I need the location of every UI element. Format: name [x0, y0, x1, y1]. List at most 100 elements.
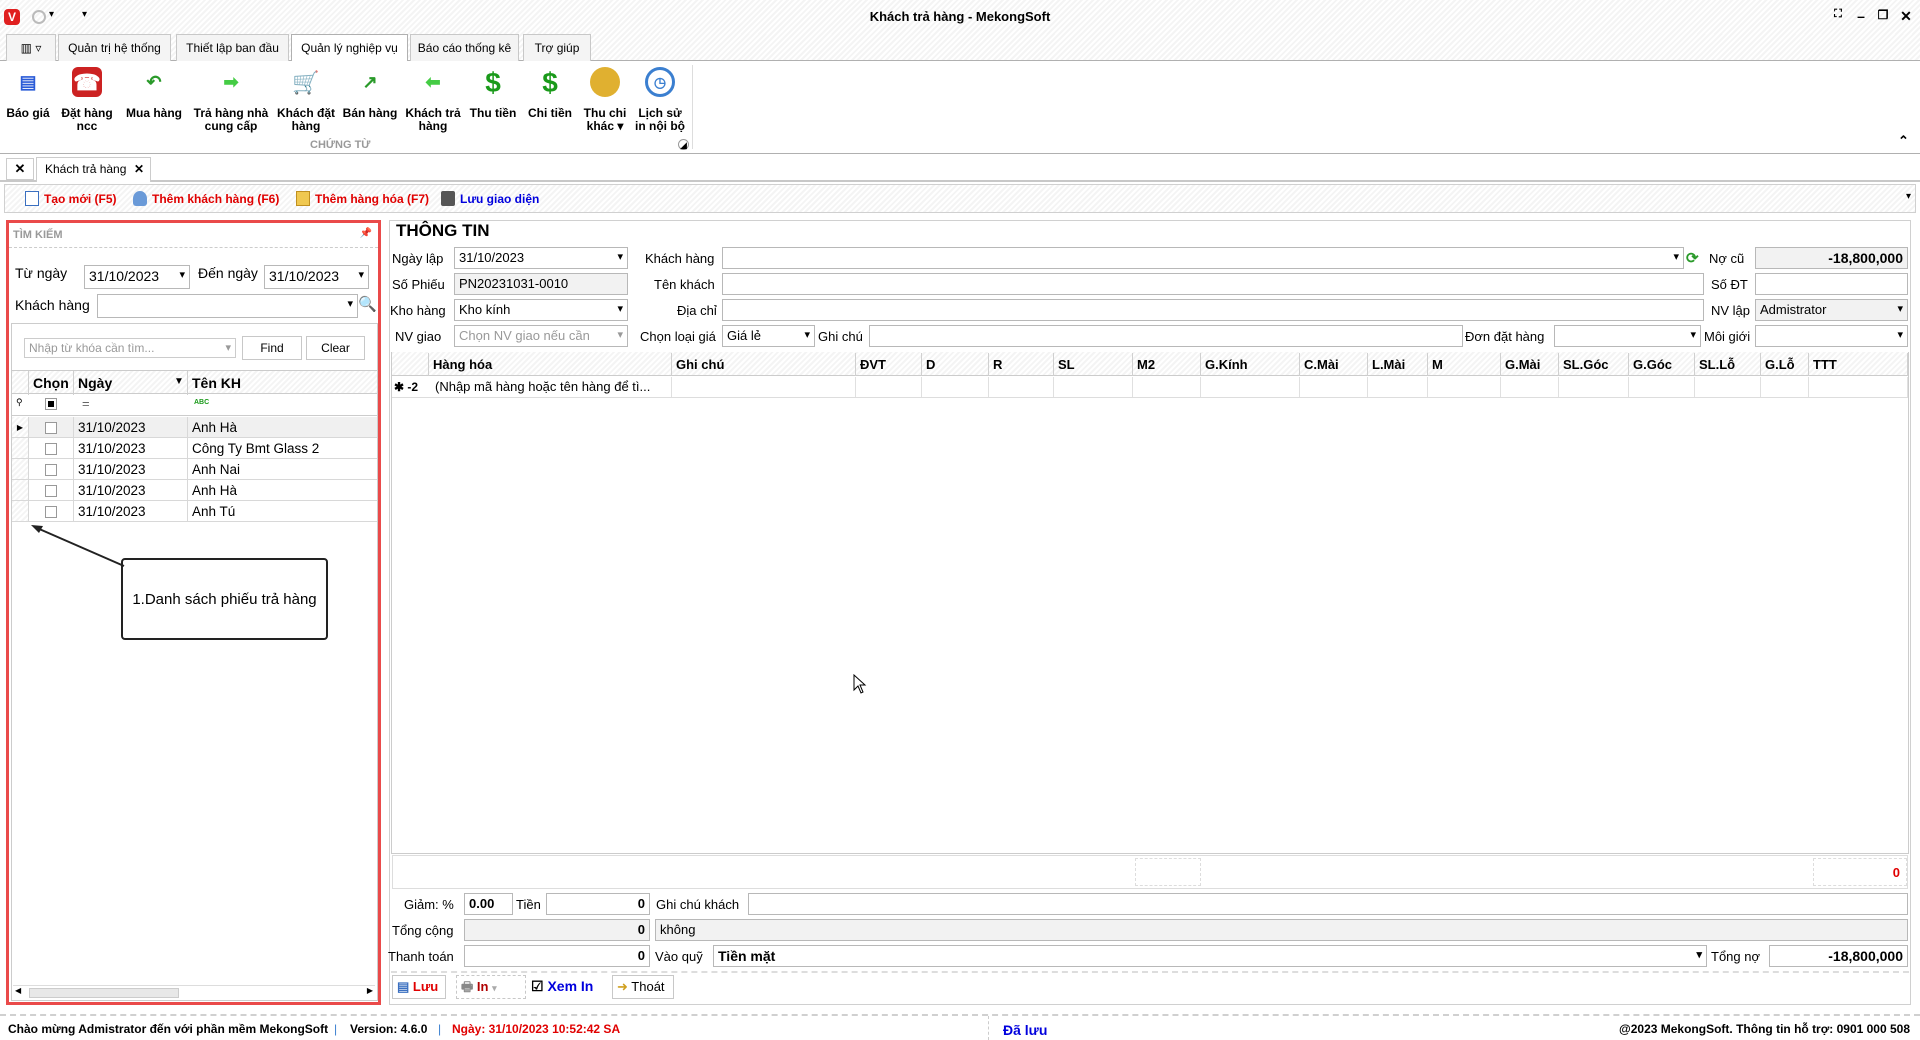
- filter-text-icon[interactable]: ABC: [194, 399, 209, 406]
- new-row-cell[interactable]: [672, 377, 856, 397]
- clear-button[interactable]: Clear: [306, 336, 365, 360]
- new-row-cell[interactable]: [922, 377, 989, 397]
- row-checkbox[interactable]: [45, 443, 57, 455]
- search-icon[interactable]: 🔍: [358, 295, 377, 313]
- pin-icon[interactable]: 📌: [360, 228, 372, 239]
- row-checkbox[interactable]: [45, 485, 57, 497]
- price-type-select[interactable]: Giá lẻ: [722, 325, 815, 347]
- items-col-header[interactable]: G.Kính: [1201, 353, 1300, 376]
- print-button[interactable]: 🖶 In ▾: [456, 975, 526, 999]
- keyword-input[interactable]: Nhập từ khóa cần tìm...: [24, 338, 236, 358]
- new-row-cell[interactable]: [1809, 377, 1908, 397]
- ban-hang-button[interactable]: ↗ Bán hàng: [334, 67, 406, 120]
- table-row[interactable]: ▶ 31/10/2023 Anh Hà: [12, 417, 377, 438]
- items-col-header[interactable]: R: [989, 353, 1054, 376]
- tab-quan-ly[interactable]: Quản lý nghiệp vụ: [291, 34, 408, 62]
- new-row-cell[interactable]: [1761, 377, 1809, 397]
- minimize-button[interactable]: –: [1851, 8, 1871, 24]
- close-button[interactable]: ✕: [1896, 8, 1916, 25]
- new-row-cell[interactable]: [989, 377, 1054, 397]
- phone-input[interactable]: [1755, 273, 1908, 295]
- new-row-cell[interactable]: [1368, 377, 1428, 397]
- row-checkbox-cell[interactable]: [29, 480, 74, 501]
- new-row-cell[interactable]: [1695, 377, 1761, 397]
- col-chon[interactable]: Chọn: [29, 371, 74, 395]
- row-checkbox-cell[interactable]: [29, 459, 74, 480]
- exit-button[interactable]: ➜ Thoát: [612, 975, 674, 999]
- staff-select[interactable]: Admistrator: [1755, 299, 1908, 321]
- col-ten-kh[interactable]: Tên KH: [188, 371, 377, 395]
- items-col-header[interactable]: TTT: [1809, 353, 1908, 376]
- group-launcher-icon[interactable]: ◢: [678, 139, 689, 150]
- collapse-ribbon-icon[interactable]: ⌃: [1898, 133, 1909, 149]
- to-date-picker[interactable]: 31/10/2023: [264, 265, 369, 289]
- row-checkbox-cell[interactable]: [29, 438, 74, 459]
- chi-tien-button[interactable]: $ Chi tiền: [514, 67, 586, 120]
- warehouse-select[interactable]: Kho kính: [454, 299, 628, 321]
- customer-select[interactable]: [722, 247, 1684, 269]
- tab-khach-tra-hang[interactable]: Khách trả hàng ✕: [36, 157, 151, 182]
- col-ngay[interactable]: Ngày: [74, 371, 188, 395]
- table-row[interactable]: 31/10/2023 Anh Nai: [12, 459, 377, 480]
- add-customer-button[interactable]: Thêm khách hàng (F6): [133, 191, 279, 206]
- close-all-tabs-icon[interactable]: ✕: [6, 158, 34, 180]
- add-product-button[interactable]: Thêm hàng hóa (F7): [296, 191, 429, 206]
- table-row[interactable]: 31/10/2023 Anh Hà: [12, 480, 377, 501]
- address-input[interactable]: [722, 299, 1704, 321]
- tab-tro-giup[interactable]: Trợ giúp: [523, 34, 591, 61]
- from-date-picker[interactable]: 31/10/2023: [84, 265, 190, 289]
- items-col-header[interactable]: L.Mài: [1368, 353, 1428, 376]
- items-col-header[interactable]: M: [1428, 353, 1501, 376]
- dat-hang-ncc-button[interactable]: ☎ Đặt hàng ncc: [51, 67, 123, 133]
- lich-su-in-button[interactable]: ◷ Lịch sử in nội bộ: [632, 67, 688, 133]
- sort-dropdown-icon[interactable]: ▼: [174, 376, 184, 387]
- restore-button[interactable]: ❐: [1873, 8, 1893, 22]
- items-col-header[interactable]: Ghi chú: [672, 353, 856, 376]
- close-tab-icon[interactable]: ✕: [134, 162, 144, 176]
- preview-checkbox[interactable]: ☑ Xem In: [531, 978, 593, 995]
- items-col-header[interactable]: Hàng hóa: [429, 353, 672, 376]
- app-menu-button[interactable]: ▥ ▿: [6, 34, 56, 61]
- filter-equals-icon[interactable]: =: [82, 396, 90, 411]
- row-checkbox[interactable]: [45, 422, 57, 434]
- new-row-cell[interactable]: [1501, 377, 1559, 397]
- paid-input[interactable]: 0: [464, 945, 650, 967]
- items-col-header[interactable]: C.Mài: [1300, 353, 1368, 376]
- items-col-header[interactable]: ĐVT: [856, 353, 922, 376]
- scrollbar-thumb[interactable]: [29, 988, 179, 998]
- amount-input[interactable]: 0: [546, 893, 650, 915]
- select-all-checkbox[interactable]: [45, 398, 57, 410]
- new-row-cell[interactable]: [856, 377, 922, 397]
- new-button[interactable]: Tạo mới (F5): [25, 191, 117, 206]
- items-col-header[interactable]: M2: [1133, 353, 1201, 376]
- save-button[interactable]: ▤ Lưu: [392, 975, 446, 999]
- toolbar-dropdown-icon[interactable]: ▾: [1906, 191, 1911, 202]
- row-checkbox[interactable]: [45, 464, 57, 476]
- find-button[interactable]: Find: [242, 336, 302, 360]
- discount-input[interactable]: 0.00: [464, 893, 513, 915]
- horizontal-scrollbar[interactable]: ◀ ▶: [13, 985, 375, 999]
- khach-dat-hang-button[interactable]: 🛒 Khách đặt hàng: [270, 67, 342, 133]
- mua-hang-button[interactable]: ↶ Mua hàng: [118, 67, 190, 120]
- date-picker[interactable]: 31/10/2023: [454, 247, 628, 269]
- print-dropdown-icon[interactable]: ▾: [492, 983, 497, 993]
- new-row-cell[interactable]: [1300, 377, 1368, 397]
- customer-select[interactable]: [97, 294, 358, 318]
- row-checkbox-cell[interactable]: [29, 417, 74, 438]
- items-col-header[interactable]: G.Mài: [1501, 353, 1559, 376]
- fullscreen-icon[interactable]: ⛶: [1828, 8, 1848, 21]
- items-col-header[interactable]: G.Lỗ: [1761, 353, 1809, 376]
- order-select[interactable]: [1554, 325, 1701, 347]
- new-row-hint[interactable]: (Nhập mã hàng hoặc tên hàng để tì...: [435, 379, 650, 394]
- table-row[interactable]: 31/10/2023 Công Ty Bmt Glass 2: [12, 438, 377, 459]
- note-input[interactable]: [869, 325, 1463, 347]
- tab-thiet-lap[interactable]: Thiết lập ban đầu: [176, 34, 289, 61]
- new-row-cell[interactable]: [1428, 377, 1501, 397]
- customer-note-input[interactable]: [748, 893, 1908, 915]
- save-layout-button[interactable]: Lưu giao diện: [441, 191, 539, 206]
- tab-quan-tri[interactable]: Quản trị hệ thống: [58, 34, 171, 61]
- items-col-header[interactable]: G.Góc: [1629, 353, 1695, 376]
- items-col-header[interactable]: D: [922, 353, 989, 376]
- new-row-cell[interactable]: [1133, 377, 1201, 397]
- items-col-header[interactable]: SL: [1054, 353, 1133, 376]
